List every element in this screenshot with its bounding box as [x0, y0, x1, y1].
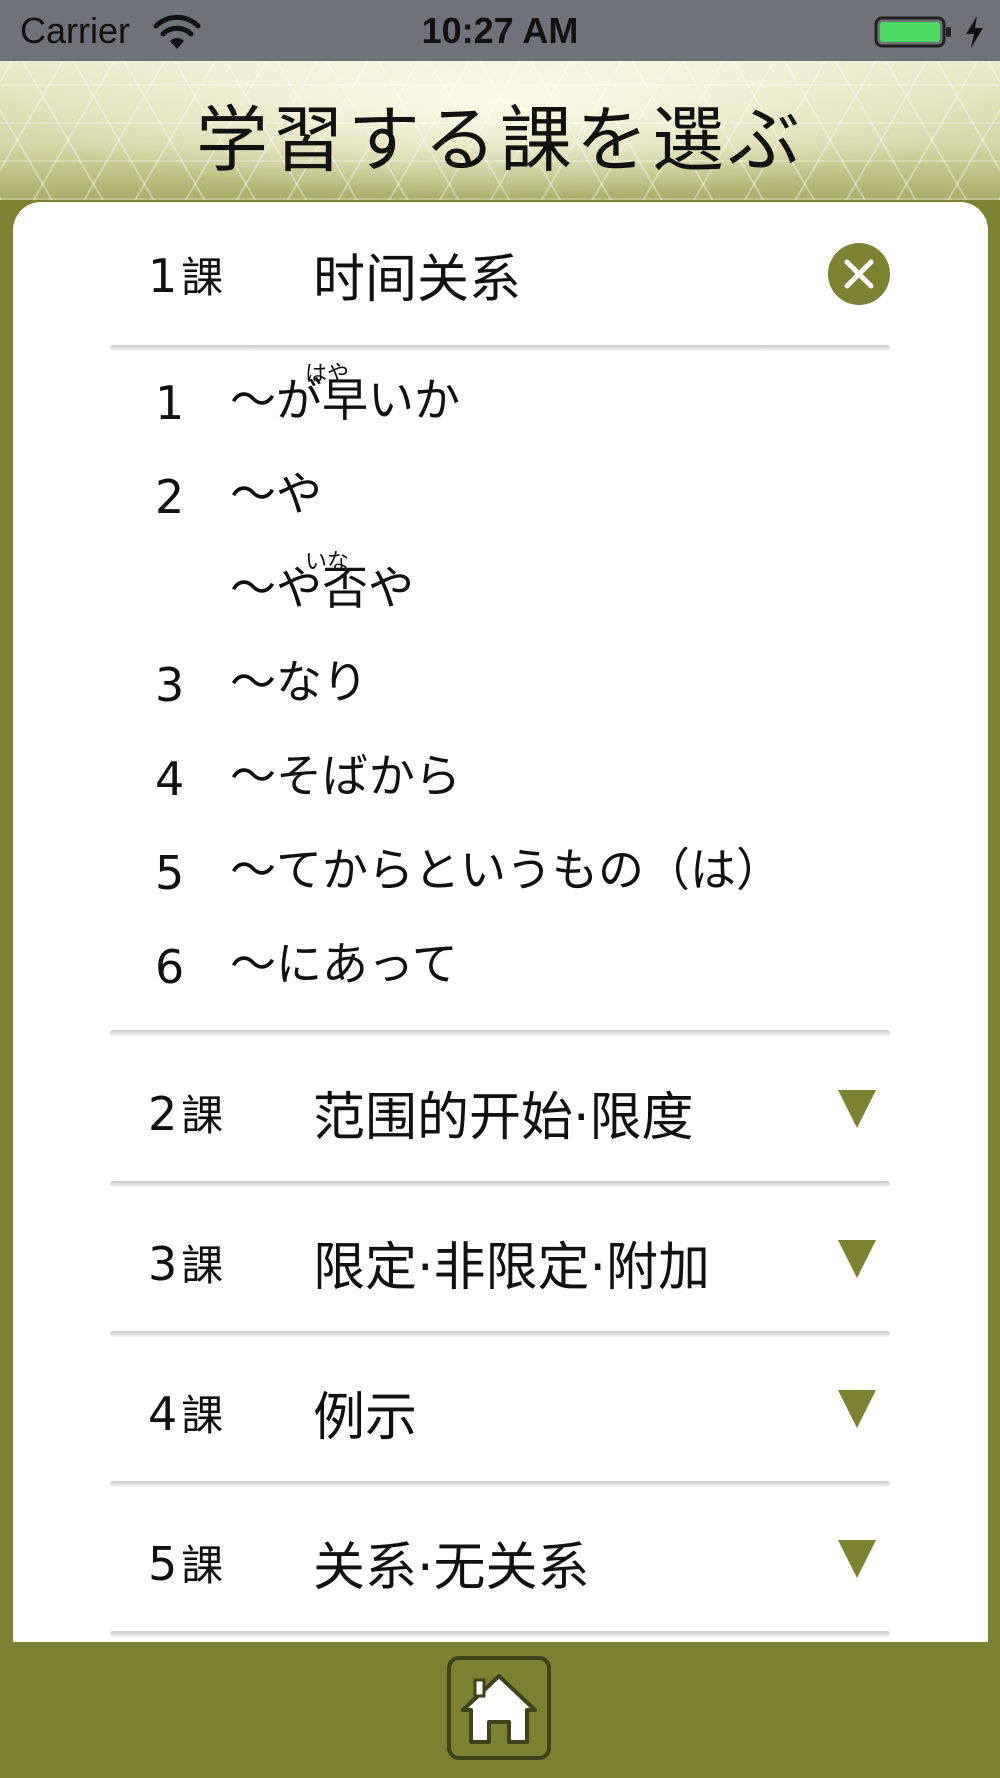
item-number: 5 — [155, 846, 185, 900]
triangle-down-icon[interactable] — [838, 1090, 876, 1128]
grammar-item-6[interactable]: 6 ～にあって — [110, 918, 890, 1008]
status-bar: Carrier 10:27 AM — [0, 0, 1000, 61]
divider — [110, 1181, 890, 1187]
status-time: 10:27 AM — [421, 10, 579, 51]
close-icon — [844, 259, 874, 289]
lesson-number: 2課 — [148, 1087, 224, 1141]
home-icon — [461, 1674, 537, 1744]
charging-icon — [966, 16, 983, 48]
home-button[interactable] — [447, 1656, 551, 1760]
header: 学習する課を選ぶ — [0, 61, 1000, 200]
lesson-number: 1課 — [148, 249, 224, 303]
page-title: 学習する課を選ぶ — [195, 98, 804, 182]
item-number: 3 — [155, 658, 185, 712]
lesson-number: 4課 — [148, 1387, 224, 1441]
triangle-down-icon[interactable] — [838, 1240, 876, 1278]
grammar-item-2[interactable]: 2 ～や — [110, 448, 890, 538]
item-text: ～そばから — [230, 749, 461, 803]
bottom-bar — [0, 1642, 1000, 1778]
lesson-list: 1課 时间关系 1 はや ～が早いか 2 ～や いな ～や否や 3 ～なり 4 … — [13, 202, 988, 1642]
grammar-item-1[interactable]: 1 はや ～が早いか — [110, 354, 890, 444]
item-number: 1 — [155, 376, 185, 430]
lesson-title: 例示 — [313, 1388, 418, 1448]
divider — [110, 1331, 890, 1337]
lesson-title: 限定·非限定·附加 — [313, 1238, 711, 1298]
divider — [110, 1631, 890, 1637]
lesson-number: 3課 — [148, 1237, 224, 1291]
grammar-item-4[interactable]: 4 ～そばから — [110, 730, 890, 820]
divider — [110, 1030, 890, 1036]
triangle-down-icon[interactable] — [838, 1390, 876, 1428]
item-text: ～なり — [230, 655, 368, 709]
item-number: 4 — [155, 752, 185, 806]
item-number: 6 — [155, 940, 185, 994]
close-button[interactable] — [828, 243, 890, 305]
item-text: ～や — [230, 467, 322, 521]
item-text: ～が早いか — [230, 373, 460, 427]
battery-icon — [874, 16, 951, 48]
divider — [110, 1481, 890, 1487]
item-text: ～てからというもの（は） — [230, 843, 782, 897]
item-text: ～や否や — [230, 561, 414, 615]
grammar-item-3[interactable]: 3 ～なり — [110, 636, 890, 726]
grammar-item-2b[interactable]: いな ～や否や — [110, 542, 890, 632]
grammar-item-5[interactable]: 5 ～てからというもの（は） — [110, 824, 890, 914]
item-number: 2 — [155, 470, 185, 524]
lesson-title: 时间关系 — [313, 250, 522, 310]
divider — [110, 345, 890, 351]
lesson-title: 范围的开始·限度 — [313, 1088, 694, 1148]
item-text: ～にあって — [230, 937, 458, 991]
triangle-down-icon[interactable] — [838, 1540, 876, 1578]
lesson-title: 关系·无关系 — [313, 1538, 590, 1598]
lesson-number: 5課 — [148, 1537, 224, 1591]
